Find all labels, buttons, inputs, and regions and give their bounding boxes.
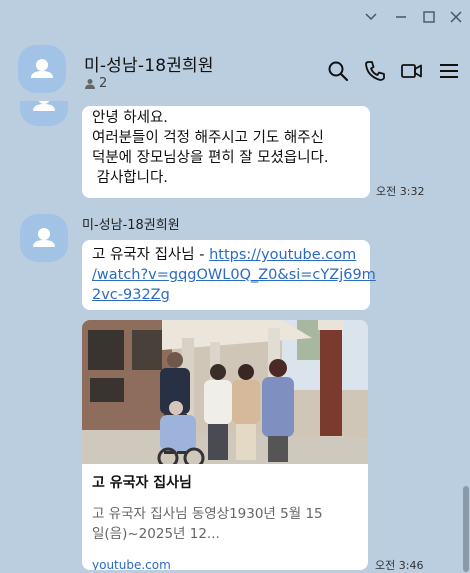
member-count[interactable]: 2 [84,76,107,91]
chat-header: 미-성남-18권희원 2 [0,34,470,102]
message-text: 고 유국자 집사님 - [92,247,210,263]
message-time: 오전 3:46 [375,559,424,572]
person-icon [33,228,55,247]
preview-description: 고 유국자 집사님 동영상1930년 5월 15 일(음)~2025년 12..… [92,504,358,544]
video-thumbnail[interactable] [82,320,368,464]
message-line: 감사합니다. [92,170,168,186]
preview-description-line: 일(음)~2025년 12... [92,526,220,542]
link-preview-card[interactable]: 고 유국자 집사님 고 유국자 집사님 동영상1930년 5월 15 일(음)~… [82,320,368,570]
preview-body: 고 유국자 집사님 고 유국자 집사님 동영상1930년 5월 15 일(음)~… [82,464,368,570]
message-line: 안녕 하세요. [92,110,168,126]
maximize-icon[interactable] [418,6,440,28]
url-link[interactable]: /watch?v=gqgOWL0Q_Z0&si=cYZj69m [92,265,376,285]
preview-domain[interactable]: youtube.com [92,555,358,570]
menu-icon[interactable] [436,58,462,84]
message-bubble[interactable]: 고 유국자 집사님 - https://youtube.com /watch?v… [82,240,376,310]
message-bubble[interactable]: 안녕 하세요. 여러분들이 걱정 해주시고 기도 해주신 덕분에 장모님상을 편… [82,106,370,198]
room-title[interactable]: 미-성남-18권희원 [84,51,214,76]
message-line: 고 유국자 집사님 - https://youtube.com [92,245,360,265]
window-titlebar [0,0,470,34]
sender-avatar[interactable] [20,214,68,262]
message-time: 오전 3:32 [376,185,425,198]
member-icon [85,78,95,89]
phone-icon[interactable] [362,58,388,84]
chevron-down-icon[interactable] [360,6,382,28]
message-line: 여러분들이 걱정 해주시고 기도 해주신 [92,130,324,146]
preview-description-line: 고 유국자 집사님 동영상1930년 5월 15 [92,506,323,522]
message-line: 덕분에 장모님상을 편히 잘 모셨읍니다. [92,150,329,166]
sender-name[interactable]: 미-성남-18권희원 [82,214,180,233]
scrollbar-thumb[interactable] [463,486,469,572]
url-link[interactable]: 2vc-932Zg [92,285,360,305]
search-icon[interactable] [325,58,351,84]
url-link[interactable]: https://youtube.com [209,247,356,263]
member-count-value: 2 [99,76,108,91]
preview-title[interactable]: 고 유국자 집사님 [92,474,358,492]
video-icon[interactable] [399,58,425,84]
person-icon [31,59,53,78]
close-icon[interactable] [445,6,467,28]
minimize-icon[interactable] [390,6,412,28]
room-avatar[interactable] [18,45,66,93]
